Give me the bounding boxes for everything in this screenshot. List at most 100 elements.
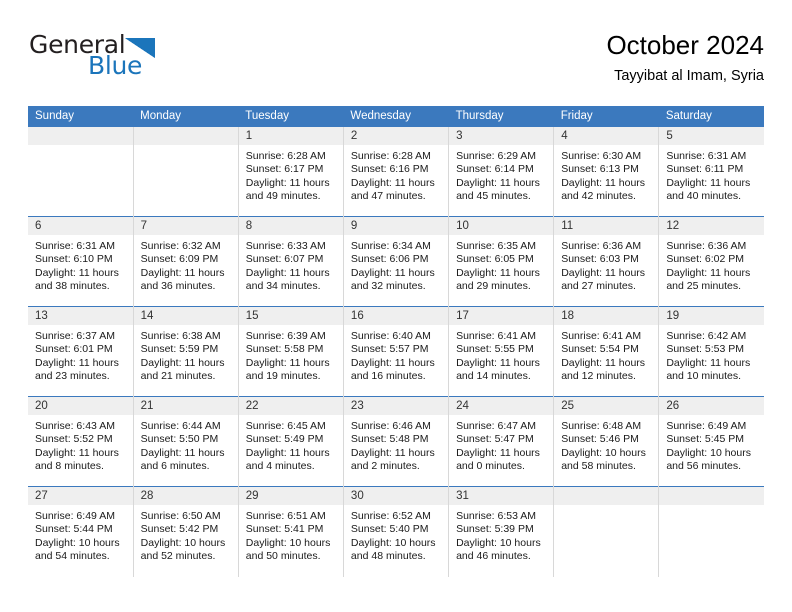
day-details: Sunrise: 6:53 AM Sunset: 5:39 PM Daylight:… [449, 505, 553, 564]
daylight-text: Daylight: 11 hours and 40 minutes. [666, 176, 751, 203]
calendar-day-cell[interactable]: 5 Sunrise: 6:31 AM Sunset: 6:11 PM Daylight… [658, 126, 764, 217]
day-number: 30 [343, 487, 449, 505]
calendar-day-cell[interactable]: 22 Sunrise: 6:45 AM Sunset: 5:49 PM Dayligh… [237, 396, 344, 487]
sunrise-text: Sunrise: 6:51 AM [245, 510, 326, 522]
day-details: Sunrise: 6:35 AM Sunset: 6:05 PM Daylight:… [449, 235, 553, 294]
sunset-text: Sunset: 5:45 PM [666, 433, 744, 446]
calendar-day-cell[interactable]: 9 Sunrise: 6:34 AM Sunset: 6:06 PM Daylight… [342, 216, 449, 307]
calendar-day-cell[interactable]: 8 Sunrise: 6:33 AM Sunset: 6:07 PM Daylight… [237, 216, 344, 307]
day-details: Sunrise: 6:51 AM Sunset: 5:41 PM Daylight:… [239, 505, 343, 564]
daylight-text: Daylight: 11 hours and 45 minutes. [456, 176, 540, 203]
sunset-text: Sunset: 6:05 PM [456, 253, 534, 266]
day-details: Sunrise: 6:46 AM Sunset: 5:48 PM Daylight:… [344, 415, 448, 474]
sunset-text: Sunset: 5:48 PM [350, 433, 429, 446]
calendar-day-cell[interactable]: 19 Sunrise: 6:42 AM Sunset: 5:53 PM Dayligh… [658, 306, 764, 397]
sunset-text: Sunset: 6:07 PM [245, 253, 324, 266]
calendar-body: 1 Sunrise: 6:28 AM Sunset: 6:17 PM Daylight… [28, 126, 764, 577]
daylight-text: Daylight: 10 hours and 50 minutes. [245, 536, 331, 563]
sunset-text: Sunset: 5:47 PM [456, 433, 534, 446]
daylight-text: Daylight: 11 hours and 25 minutes. [666, 266, 751, 293]
day-details: Sunrise: 6:36 AM Sunset: 6:02 PM Daylight:… [659, 235, 764, 294]
sunset-text: Sunset: 5:49 PM [245, 433, 324, 446]
daylight-text: Daylight: 10 hours and 58 minutes. [561, 446, 646, 473]
calendar-day-cell[interactable]: 2 Sunrise: 6:28 AM Sunset: 6:16 PM Daylight… [342, 126, 449, 217]
sunrise-text: Sunrise: 6:50 AM [140, 510, 221, 522]
sunset-text: Sunset: 6:17 PM [245, 163, 324, 176]
sunset-text: Sunset: 5:55 PM [456, 343, 534, 356]
brand-logo[interactable]: General Blue [28, 28, 288, 90]
calendar-day-cell[interactable]: 20 Sunrise: 6:43 AM Sunset: 5:52 PM Dayligh… [28, 396, 134, 487]
calendar-day-cell[interactable]: 31 Sunrise: 6:53 AM Sunset: 5:39 PM Dayligh… [448, 486, 554, 577]
sunset-text: Sunset: 5:44 PM [35, 523, 113, 536]
day-number: 13 [28, 307, 133, 325]
day-number: 10 [449, 217, 554, 235]
day-number: 27 [28, 487, 133, 505]
day-number: 24 [449, 397, 554, 415]
calendar-day-cell[interactable]: 25 Sunrise: 6:48 AM Sunset: 5:46 PM Dayligh… [553, 396, 659, 487]
weekday-header-friday: Friday [553, 106, 659, 127]
day-number [28, 127, 133, 145]
calendar-day-cell[interactable]: 1 Sunrise: 6:28 AM Sunset: 6:17 PM Daylight… [237, 126, 344, 217]
day-number: 16 [343, 307, 449, 325]
calendar-day-cell[interactable]: 21 Sunrise: 6:44 AM Sunset: 5:50 PM Dayligh… [132, 396, 239, 487]
calendar-day-cell[interactable]: 16 Sunrise: 6:40 AM Sunset: 5:57 PM Dayligh… [342, 306, 449, 397]
daylight-text: Daylight: 10 hours and 46 minutes. [456, 536, 541, 563]
day-details: Sunrise: 6:45 AM Sunset: 5:49 PM Daylight:… [239, 415, 343, 474]
sunset-text: Sunset: 5:54 PM [561, 343, 639, 356]
sunrise-text: Sunrise: 6:52 AM [350, 510, 431, 522]
calendar-day-cell[interactable]: 30 Sunrise: 6:52 AM Sunset: 5:40 PM Dayligh… [342, 486, 449, 577]
sunrise-text: Sunrise: 6:29 AM [456, 150, 537, 162]
calendar-day-cell[interactable]: 4 Sunrise: 6:30 AM Sunset: 6:13 PM Daylight… [553, 126, 659, 217]
day-details: Sunrise: 6:48 AM Sunset: 5:46 PM Daylight:… [554, 415, 658, 474]
calendar-week-row: 6 Sunrise: 6:31 AM Sunset: 6:10 PM Daylight… [28, 216, 764, 307]
calendar-day-cell[interactable]: 13 Sunrise: 6:37 AM Sunset: 6:01 PM Dayligh… [28, 306, 134, 397]
calendar-day-cell[interactable]: 23 Sunrise: 6:46 AM Sunset: 5:48 PM Dayligh… [342, 396, 449, 487]
sunrise-text: Sunrise: 6:48 AM [561, 420, 642, 432]
day-details: Sunrise: 6:49 AM Sunset: 5:45 PM Daylight:… [659, 415, 764, 474]
calendar-day-cell[interactable]: 17 Sunrise: 6:41 AM Sunset: 5:55 PM Dayligh… [448, 306, 554, 397]
day-details: Sunrise: 6:52 AM Sunset: 5:40 PM Daylight:… [344, 505, 448, 564]
calendar-day-cell[interactable]: 3 Sunrise: 6:29 AM Sunset: 6:14 PM Daylight… [448, 126, 554, 217]
calendar-day-cell[interactable]: 29 Sunrise: 6:51 AM Sunset: 5:41 PM Dayligh… [237, 486, 344, 577]
calendar-day-cell[interactable]: 10 Sunrise: 6:35 AM Sunset: 6:05 PM Dayligh… [448, 216, 554, 307]
calendar-day-cell[interactable]: 6 Sunrise: 6:31 AM Sunset: 6:10 PM Daylight… [28, 216, 134, 307]
calendar-day-cell[interactable]: 24 Sunrise: 6:47 AM Sunset: 5:47 PM Dayligh… [448, 396, 554, 487]
day-details: Sunrise: 6:28 AM Sunset: 6:17 PM Daylight:… [239, 145, 343, 204]
sunrise-text: Sunrise: 6:31 AM [666, 150, 747, 162]
day-number: 6 [28, 217, 133, 235]
calendar-day-cell[interactable]: 18 Sunrise: 6:41 AM Sunset: 5:54 PM Dayligh… [553, 306, 659, 397]
day-details: Sunrise: 6:29 AM Sunset: 6:14 PM Daylight:… [449, 145, 553, 204]
calendar-day-cell[interactable]: 26 Sunrise: 6:49 AM Sunset: 5:45 PM Dayligh… [658, 396, 764, 487]
day-number: 12 [659, 217, 764, 235]
brand-name-blue: Blue [88, 51, 143, 80]
sunset-text: Sunset: 5:53 PM [666, 343, 744, 356]
sunrise-text: Sunrise: 6:46 AM [350, 420, 431, 432]
calendar-day-cell[interactable]: 12 Sunrise: 6:36 AM Sunset: 6:02 PM Dayligh… [658, 216, 764, 307]
daylight-text: Daylight: 10 hours and 52 minutes. [140, 536, 226, 563]
daylight-text: Daylight: 11 hours and 10 minutes. [666, 356, 751, 383]
daylight-text: Daylight: 11 hours and 29 minutes. [456, 266, 540, 293]
day-number [133, 127, 238, 145]
day-number: 28 [133, 487, 238, 505]
sunrise-text: Sunrise: 6:35 AM [456, 240, 537, 252]
day-number: 11 [554, 217, 659, 235]
daylight-text: Daylight: 10 hours and 48 minutes. [350, 536, 436, 563]
day-number: 18 [554, 307, 659, 325]
day-details: Sunrise: 6:49 AM Sunset: 5:44 PM Daylight:… [28, 505, 133, 564]
day-details: Sunrise: 6:28 AM Sunset: 6:16 PM Daylight:… [344, 145, 448, 204]
calendar-day-cell[interactable]: 28 Sunrise: 6:50 AM Sunset: 5:42 PM Dayligh… [132, 486, 239, 577]
calendar-day-cell[interactable]: 7 Sunrise: 6:32 AM Sunset: 6:09 PM Daylight… [132, 216, 239, 307]
calendar-day-cell[interactable]: 11 Sunrise: 6:36 AM Sunset: 6:03 PM Dayligh… [553, 216, 659, 307]
calendar-day-cell[interactable]: 27 Sunrise: 6:49 AM Sunset: 5:44 PM Dayligh… [28, 486, 134, 577]
day-number: 8 [238, 217, 343, 235]
sunrise-text: Sunrise: 6:47 AM [456, 420, 537, 432]
day-number: 9 [343, 217, 449, 235]
calendar-day-cell[interactable]: 14 Sunrise: 6:38 AM Sunset: 5:59 PM Dayligh… [132, 306, 239, 397]
day-number: 25 [554, 397, 659, 415]
sunrise-text: Sunrise: 6:38 AM [140, 330, 221, 342]
sunset-text: Sunset: 5:57 PM [350, 343, 429, 356]
calendar-week-row: 13 Sunrise: 6:37 AM Sunset: 6:01 PM Dayligh… [28, 306, 764, 397]
day-details: Sunrise: 6:41 AM Sunset: 5:55 PM Daylight:… [449, 325, 553, 384]
calendar-day-cell[interactable]: 15 Sunrise: 6:39 AM Sunset: 5:58 PM Dayligh… [237, 306, 344, 397]
sunrise-text: Sunrise: 6:49 AM [35, 510, 115, 522]
